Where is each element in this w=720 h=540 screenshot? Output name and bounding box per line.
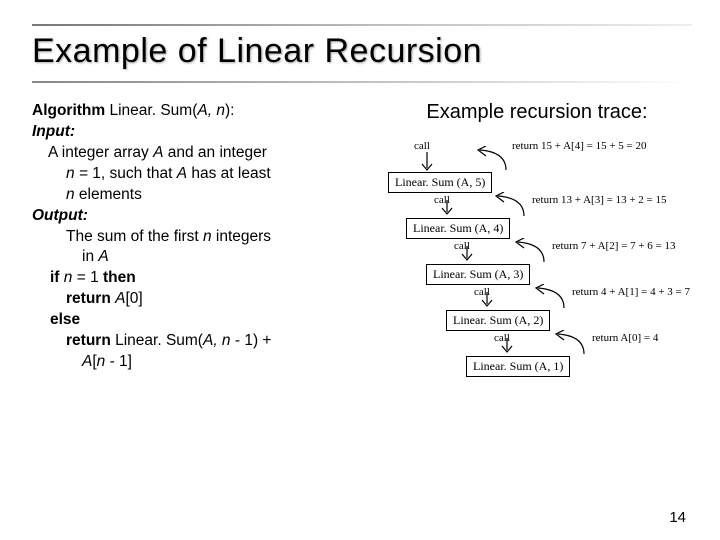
algo-return-rec-1: return Linear. Sum(A, n - 1) + [66, 331, 362, 352]
title-rule [32, 81, 692, 83]
return-label: return 7 + A[2] = 7 + 6 = 13 [552, 240, 676, 252]
algo-output-1: The sum of the first n integers [66, 227, 362, 248]
arrow-up-icon [550, 330, 590, 356]
arrow-up-icon [472, 146, 512, 172]
arrow-down-icon [460, 246, 474, 264]
top-rule [32, 24, 692, 26]
arrow-up-icon [530, 284, 570, 310]
slide: Example of Linear Recursion Algorithm Li… [0, 0, 720, 540]
call-box-1: Linear. Sum (A, 1) [466, 356, 570, 377]
call-box-5: Linear. Sum (A, 5) [388, 172, 492, 193]
algo-output-2: in A [82, 247, 362, 268]
call-box-2: Linear. Sum (A, 2) [446, 310, 550, 331]
algo-else: else [50, 310, 362, 331]
call-box-4: Linear. Sum (A, 4) [406, 218, 510, 239]
arrow-up-icon [490, 192, 530, 218]
return-label: return 13 + A[3] = 13 + 2 = 15 [532, 194, 667, 206]
arrow-down-icon [440, 200, 454, 218]
trace-block: Example recursion trace: call return 15 … [372, 101, 702, 430]
algo-return-base: return A[0] [66, 289, 362, 310]
algo-if: if n = 1 then [50, 268, 362, 289]
arrow-up-icon [510, 238, 550, 264]
arrow-down-icon [500, 338, 514, 356]
algo-input-3: n elements [66, 185, 362, 206]
algo-signature: Algorithm Linear. Sum(A, n): [32, 101, 362, 122]
algo-input-2: n = 1, such that A has at least [66, 164, 362, 185]
algo-output-kw: Output: [32, 206, 362, 227]
arrow-down-icon [480, 292, 494, 310]
page-number: 14 [669, 509, 686, 526]
algorithm-block: Algorithm Linear. Sum(A, n): Input: A in… [32, 101, 362, 430]
slide-title: Example of Linear Recursion [32, 32, 692, 71]
return-label: return A[0] = 4 [592, 332, 658, 344]
trace-heading: Example recursion trace: [372, 101, 702, 124]
return-label: return 15 + A[4] = 15 + 5 = 20 [512, 140, 647, 152]
return-label: return 4 + A[1] = 4 + 3 = 7 [572, 286, 690, 298]
algo-input-kw: Input: [32, 122, 362, 143]
algo-input-1: A integer array A and an integer [66, 143, 362, 164]
call-label: call [414, 140, 430, 152]
algo-return-rec-2: A[n - 1] [82, 352, 362, 373]
trace-diagram: call return 15 + A[4] = 15 + 5 = 20 Line… [372, 140, 702, 430]
call-box-3: Linear. Sum (A, 3) [426, 264, 530, 285]
arrow-down-icon [420, 152, 434, 174]
body: Algorithm Linear. Sum(A, n): Input: A in… [32, 101, 692, 430]
